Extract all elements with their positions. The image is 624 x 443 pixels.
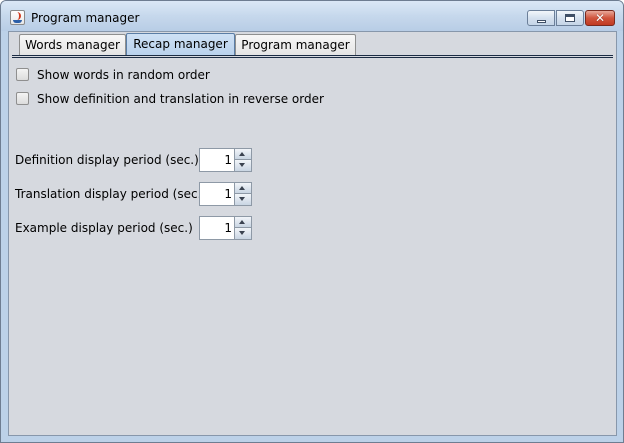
arrow-up-icon <box>239 220 245 224</box>
translation-period-decrement[interactable] <box>234 194 251 205</box>
reverse-order-checkbox[interactable] <box>16 92 29 105</box>
example-period-value[interactable]: 1 <box>200 217 232 239</box>
content-panel: Words manager Recap manager Program mana… <box>8 31 617 436</box>
translation-period-label: Translation display period (sec.) <box>15 187 207 201</box>
example-period-increment[interactable] <box>234 217 251 228</box>
close-button[interactable]: ✕ <box>585 10 615 26</box>
translation-period-increment[interactable] <box>234 183 251 194</box>
program-manager-window: Program manager ✕ Words manager Recap ma… <box>0 0 624 443</box>
close-icon: ✕ <box>594 11 606 25</box>
definition-period-label: Definition display period (sec.) <box>15 153 199 167</box>
title-bar[interactable]: Program manager ✕ <box>1 1 623 31</box>
definition-period-decrement[interactable] <box>234 160 251 171</box>
example-period-spinner[interactable]: 1 <box>199 216 252 240</box>
minimize-button[interactable] <box>527 10 555 26</box>
java-app-icon[interactable] <box>10 10 25 25</box>
tab-program-manager[interactable]: Program manager <box>235 34 356 56</box>
arrow-down-icon <box>239 231 245 235</box>
translation-period-value[interactable]: 1 <box>200 183 232 205</box>
minimize-icon <box>537 20 546 23</box>
maximize-icon <box>565 14 575 22</box>
tab-recap-manager[interactable]: Recap manager <box>126 33 235 56</box>
random-order-label: Show words in random order <box>37 68 210 82</box>
example-period-decrement[interactable] <box>234 228 251 239</box>
reverse-order-label: Show definition and translation in rever… <box>37 92 324 106</box>
tab-content-border <box>12 55 613 58</box>
translation-period-spinner[interactable]: 1 <box>199 182 252 206</box>
definition-period-value[interactable]: 1 <box>200 149 232 171</box>
definition-period-spinner[interactable]: 1 <box>199 148 252 172</box>
arrow-up-icon <box>239 152 245 156</box>
arrow-up-icon <box>239 186 245 190</box>
window-title: Program manager <box>31 11 140 25</box>
maximize-button[interactable] <box>556 10 584 26</box>
arrow-down-icon <box>239 197 245 201</box>
arrow-down-icon <box>239 163 245 167</box>
definition-period-increment[interactable] <box>234 149 251 160</box>
tab-words-manager[interactable]: Words manager <box>19 34 126 56</box>
example-period-label: Example display period (sec.) <box>15 221 193 235</box>
random-order-checkbox[interactable] <box>16 68 29 81</box>
